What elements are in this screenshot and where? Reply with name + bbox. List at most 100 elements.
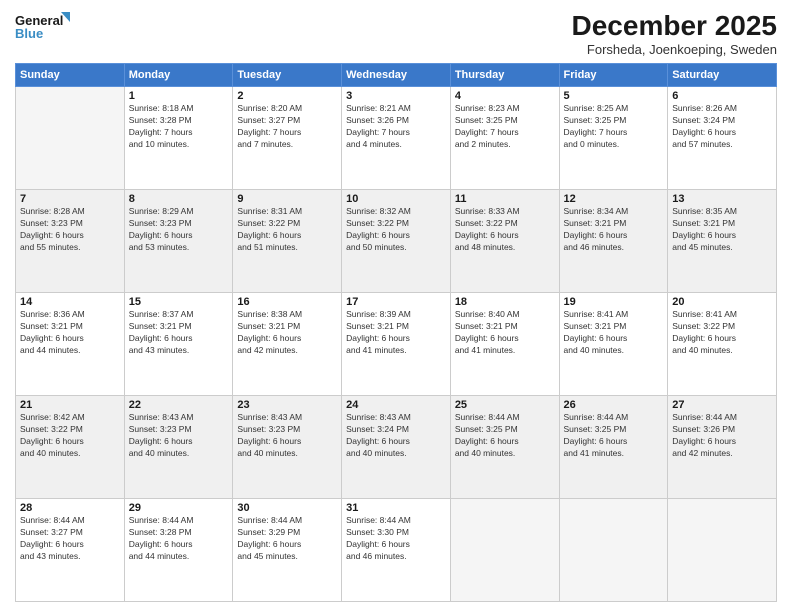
page: General Blue December 2025 Forsheda, Joe… [0,0,792,612]
calendar-cell: 16Sunrise: 8:38 AMSunset: 3:21 PMDayligh… [233,293,342,396]
calendar-week-row: 7Sunrise: 8:28 AMSunset: 3:23 PMDaylight… [16,190,777,293]
calendar-cell: 7Sunrise: 8:28 AMSunset: 3:23 PMDaylight… [16,190,125,293]
calendar-cell: 8Sunrise: 8:29 AMSunset: 3:23 PMDaylight… [124,190,233,293]
day-info: Sunrise: 8:38 AMSunset: 3:21 PMDaylight:… [237,309,337,357]
day-info: Sunrise: 8:28 AMSunset: 3:23 PMDaylight:… [20,206,120,254]
calendar-cell: 27Sunrise: 8:44 AMSunset: 3:26 PMDayligh… [668,396,777,499]
calendar-cell: 17Sunrise: 8:39 AMSunset: 3:21 PMDayligh… [342,293,451,396]
calendar-cell: 10Sunrise: 8:32 AMSunset: 3:22 PMDayligh… [342,190,451,293]
calendar-cell: 24Sunrise: 8:43 AMSunset: 3:24 PMDayligh… [342,396,451,499]
calendar-cell [450,499,559,602]
calendar-cell [559,499,668,602]
subtitle: Forsheda, Joenkoeping, Sweden [572,42,777,57]
day-info: Sunrise: 8:44 AMSunset: 3:29 PMDaylight:… [237,515,337,563]
day-number: 16 [237,296,337,308]
day-info: Sunrise: 8:44 AMSunset: 3:25 PMDaylight:… [455,412,555,460]
day-info: Sunrise: 8:36 AMSunset: 3:21 PMDaylight:… [20,309,120,357]
day-number: 13 [672,193,772,205]
day-number: 17 [346,296,446,308]
day-number: 26 [564,399,664,411]
day-info: Sunrise: 8:44 AMSunset: 3:26 PMDaylight:… [672,412,772,460]
calendar-cell: 23Sunrise: 8:43 AMSunset: 3:23 PMDayligh… [233,396,342,499]
calendar-cell: 4Sunrise: 8:23 AMSunset: 3:25 PMDaylight… [450,87,559,190]
day-info: Sunrise: 8:23 AMSunset: 3:25 PMDaylight:… [455,103,555,151]
main-title: December 2025 [572,10,777,42]
day-number: 25 [455,399,555,411]
calendar-cell: 28Sunrise: 8:44 AMSunset: 3:27 PMDayligh… [16,499,125,602]
calendar-cell: 22Sunrise: 8:43 AMSunset: 3:23 PMDayligh… [124,396,233,499]
calendar-cell [668,499,777,602]
calendar-cell: 9Sunrise: 8:31 AMSunset: 3:22 PMDaylight… [233,190,342,293]
day-number: 27 [672,399,772,411]
day-info: Sunrise: 8:20 AMSunset: 3:27 PMDaylight:… [237,103,337,151]
day-number: 30 [237,502,337,514]
day-info: Sunrise: 8:39 AMSunset: 3:21 PMDaylight:… [346,309,446,357]
day-info: Sunrise: 8:42 AMSunset: 3:22 PMDaylight:… [20,412,120,460]
day-number: 5 [564,90,664,102]
day-number: 1 [129,90,229,102]
day-number: 12 [564,193,664,205]
day-number: 19 [564,296,664,308]
calendar-cell: 1Sunrise: 8:18 AMSunset: 3:28 PMDaylight… [124,87,233,190]
day-number: 21 [20,399,120,411]
day-number: 29 [129,502,229,514]
calendar-cell [16,87,125,190]
day-info: Sunrise: 8:40 AMSunset: 3:21 PMDaylight:… [455,309,555,357]
calendar-header-cell: Sunday [16,64,125,87]
calendar-header-cell: Friday [559,64,668,87]
day-info: Sunrise: 8:29 AMSunset: 3:23 PMDaylight:… [129,206,229,254]
day-number: 11 [455,193,555,205]
calendar-cell: 2Sunrise: 8:20 AMSunset: 3:27 PMDaylight… [233,87,342,190]
day-info: Sunrise: 8:44 AMSunset: 3:27 PMDaylight:… [20,515,120,563]
calendar-table: SundayMondayTuesdayWednesdayThursdayFrid… [15,63,777,602]
day-number: 24 [346,399,446,411]
day-number: 8 [129,193,229,205]
day-info: Sunrise: 8:21 AMSunset: 3:26 PMDaylight:… [346,103,446,151]
calendar-cell: 11Sunrise: 8:33 AMSunset: 3:22 PMDayligh… [450,190,559,293]
day-number: 9 [237,193,337,205]
day-info: Sunrise: 8:37 AMSunset: 3:21 PMDaylight:… [129,309,229,357]
header: General Blue December 2025 Forsheda, Joe… [15,10,777,57]
calendar-header-cell: Thursday [450,64,559,87]
day-number: 18 [455,296,555,308]
day-number: 20 [672,296,772,308]
logo-svg: General Blue [15,10,70,45]
day-number: 31 [346,502,446,514]
day-number: 4 [455,90,555,102]
calendar-cell: 6Sunrise: 8:26 AMSunset: 3:24 PMDaylight… [668,87,777,190]
calendar-cell: 31Sunrise: 8:44 AMSunset: 3:30 PMDayligh… [342,499,451,602]
calendar-cell: 13Sunrise: 8:35 AMSunset: 3:21 PMDayligh… [668,190,777,293]
calendar-cell: 29Sunrise: 8:44 AMSunset: 3:28 PMDayligh… [124,499,233,602]
day-info: Sunrise: 8:33 AMSunset: 3:22 PMDaylight:… [455,206,555,254]
day-number: 2 [237,90,337,102]
calendar-cell: 14Sunrise: 8:36 AMSunset: 3:21 PMDayligh… [16,293,125,396]
day-info: Sunrise: 8:43 AMSunset: 3:24 PMDaylight:… [346,412,446,460]
calendar-week-row: 21Sunrise: 8:42 AMSunset: 3:22 PMDayligh… [16,396,777,499]
day-info: Sunrise: 8:43 AMSunset: 3:23 PMDaylight:… [129,412,229,460]
day-info: Sunrise: 8:26 AMSunset: 3:24 PMDaylight:… [672,103,772,151]
day-number: 14 [20,296,120,308]
day-number: 28 [20,502,120,514]
calendar-week-row: 14Sunrise: 8:36 AMSunset: 3:21 PMDayligh… [16,293,777,396]
day-number: 6 [672,90,772,102]
calendar-cell: 5Sunrise: 8:25 AMSunset: 3:25 PMDaylight… [559,87,668,190]
day-info: Sunrise: 8:31 AMSunset: 3:22 PMDaylight:… [237,206,337,254]
calendar-header-cell: Tuesday [233,64,342,87]
title-block: December 2025 Forsheda, Joenkoeping, Swe… [572,10,777,57]
calendar-cell: 30Sunrise: 8:44 AMSunset: 3:29 PMDayligh… [233,499,342,602]
day-info: Sunrise: 8:25 AMSunset: 3:25 PMDaylight:… [564,103,664,151]
calendar-cell: 26Sunrise: 8:44 AMSunset: 3:25 PMDayligh… [559,396,668,499]
day-info: Sunrise: 8:43 AMSunset: 3:23 PMDaylight:… [237,412,337,460]
logo: General Blue [15,10,70,45]
day-info: Sunrise: 8:44 AMSunset: 3:28 PMDaylight:… [129,515,229,563]
calendar-cell: 21Sunrise: 8:42 AMSunset: 3:22 PMDayligh… [16,396,125,499]
day-info: Sunrise: 8:35 AMSunset: 3:21 PMDaylight:… [672,206,772,254]
day-info: Sunrise: 8:32 AMSunset: 3:22 PMDaylight:… [346,206,446,254]
calendar-cell: 12Sunrise: 8:34 AMSunset: 3:21 PMDayligh… [559,190,668,293]
day-info: Sunrise: 8:44 AMSunset: 3:25 PMDaylight:… [564,412,664,460]
day-number: 22 [129,399,229,411]
day-number: 10 [346,193,446,205]
day-info: Sunrise: 8:41 AMSunset: 3:21 PMDaylight:… [564,309,664,357]
calendar-cell: 20Sunrise: 8:41 AMSunset: 3:22 PMDayligh… [668,293,777,396]
calendar-header-row: SundayMondayTuesdayWednesdayThursdayFrid… [16,64,777,87]
